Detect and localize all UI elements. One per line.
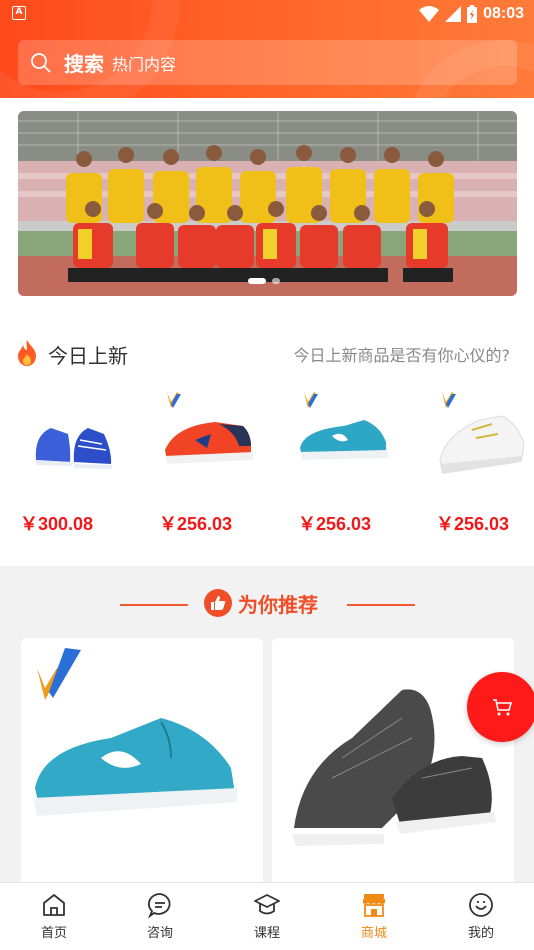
product-item[interactable]: ￥256.03	[155, 390, 273, 540]
battery-icon	[467, 5, 478, 23]
cart-button[interactable]	[467, 672, 534, 742]
thumbs-up-icon	[204, 589, 232, 617]
product-price: ￥256.03	[436, 514, 510, 534]
product-item[interactable]: ￥300.08	[16, 390, 134, 540]
tab-consult[interactable]: 咨询	[120, 891, 200, 947]
product-image	[439, 392, 525, 474]
carousel-dot[interactable]	[272, 278, 280, 284]
search-icon	[31, 52, 51, 73]
profile-icon	[469, 893, 493, 917]
section-title: 今日上新	[48, 344, 128, 368]
search-placeholder: 热门内容	[112, 54, 177, 74]
product-image	[300, 392, 388, 460]
product-image	[165, 392, 253, 464]
recommend-card[interactable]	[21, 638, 263, 898]
product-price: ￥300.08	[20, 514, 94, 534]
banner-carousel[interactable]	[18, 111, 517, 296]
product-item[interactable]: ￥256.03	[432, 390, 534, 540]
search-bar[interactable]: 搜索 热门内容	[18, 40, 517, 85]
product-price: ￥256.03	[298, 514, 372, 534]
section-title: 为你推荐	[238, 593, 318, 617]
product-item[interactable]: ￥256.03	[294, 390, 412, 540]
tab-label: 首页	[40, 926, 67, 941]
shopping-cart-icon	[493, 699, 513, 716]
new-today-header: 今日上新 今日上新商品是否有你心仪的?	[16, 338, 516, 368]
graduation-cap-icon	[254, 894, 280, 915]
carousel-dot[interactable]	[248, 278, 266, 284]
tab-mall[interactable]: 商城	[334, 891, 414, 947]
search-label: 搜索	[64, 52, 104, 76]
tab-label: 课程	[253, 926, 280, 941]
tab-course[interactable]: 课程	[227, 891, 307, 947]
tab-mine[interactable]: 我的	[441, 891, 521, 947]
tab-label: 我的	[467, 926, 494, 941]
product-price: ￥256.03	[159, 514, 233, 534]
product-image	[35, 428, 112, 469]
carousel-indicator	[248, 278, 280, 284]
divider-line	[347, 604, 415, 606]
tab-label: 咨询	[146, 926, 173, 941]
recommend-card[interactable]	[272, 638, 514, 898]
status-bar: A 08:03	[0, 0, 534, 28]
bottom-tab-bar: 首页 咨询 课程 商城 我的	[0, 882, 534, 950]
section-subtitle[interactable]: 今日上新商品是否有你心仪的?	[294, 342, 511, 366]
chat-icon	[147, 893, 171, 919]
recommend-header: 为你推荐	[0, 585, 534, 625]
clock: 08:03	[483, 5, 524, 22]
product-image	[292, 689, 496, 846]
product-image	[33, 648, 237, 816]
divider-line	[120, 604, 188, 606]
team-photo	[18, 111, 517, 296]
fire-icon	[18, 340, 36, 366]
wifi-icon	[419, 6, 440, 22]
header: A 08:03 搜索 热门内容	[0, 0, 534, 98]
app-notification-icon: A	[12, 6, 26, 20]
tab-label: 商城	[360, 926, 387, 941]
home-icon	[43, 894, 65, 916]
store-icon	[363, 894, 385, 917]
tab-home[interactable]: 首页	[14, 891, 94, 947]
signal-icon	[445, 6, 462, 22]
